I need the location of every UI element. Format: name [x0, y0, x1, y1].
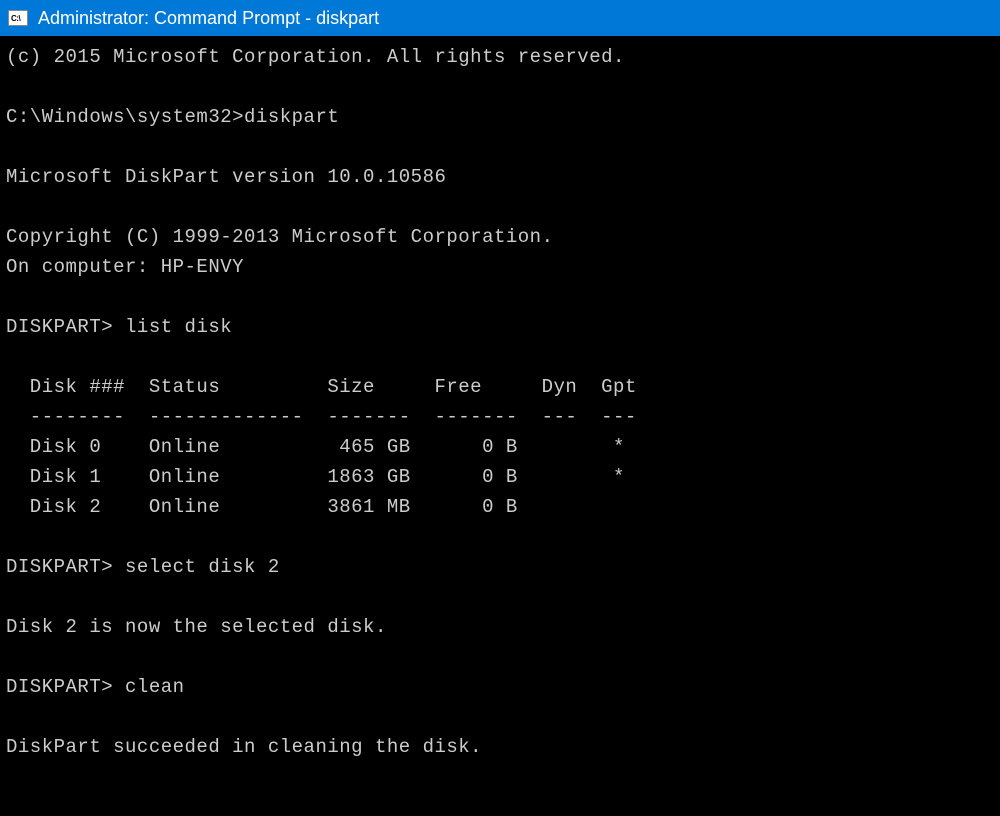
cmd-clean: clean	[125, 676, 185, 698]
on-computer: On computer: HP-ENVY	[6, 256, 244, 278]
window-title: Administrator: Command Prompt - diskpart	[38, 8, 379, 29]
diskpart-prompt: DISKPART>	[6, 676, 125, 698]
disk-row: Disk 1 Online 1863 GB 0 B *	[6, 466, 625, 488]
cmd-diskpart: diskpart	[244, 106, 339, 128]
copyright-line: (c) 2015 Microsoft Corporation. All righ…	[6, 46, 625, 68]
diskpart-version: Microsoft DiskPart version 10.0.10586	[6, 166, 446, 188]
cmd-icon	[8, 10, 28, 26]
disk-table-divider: -------- ------------- ------- ------- -…	[6, 406, 637, 428]
clean-result: DiskPart succeeded in cleaning the disk.	[6, 736, 482, 758]
diskpart-prompt: DISKPART>	[6, 556, 125, 578]
diskpart-copyright: Copyright (C) 1999-2013 Microsoft Corpor…	[6, 226, 554, 248]
titlebar[interactable]: Administrator: Command Prompt - diskpart	[0, 0, 1000, 36]
disk-row: Disk 2 Online 3861 MB 0 B	[6, 496, 518, 518]
disk-row: Disk 0 Online 465 GB 0 B *	[6, 436, 625, 458]
command-prompt-window: Administrator: Command Prompt - diskpart…	[0, 0, 1000, 816]
cmd-select-disk: select disk 2	[125, 556, 280, 578]
terminal-output[interactable]: (c) 2015 Microsoft Corporation. All righ…	[0, 36, 1000, 816]
disk-table-header: Disk ### Status Size Free Dyn Gpt	[6, 376, 637, 398]
prompt-path: C:\Windows\system32>	[6, 106, 244, 128]
cmd-list-disk: list disk	[125, 316, 232, 338]
diskpart-prompt: DISKPART>	[6, 316, 125, 338]
select-result: Disk 2 is now the selected disk.	[6, 616, 387, 638]
